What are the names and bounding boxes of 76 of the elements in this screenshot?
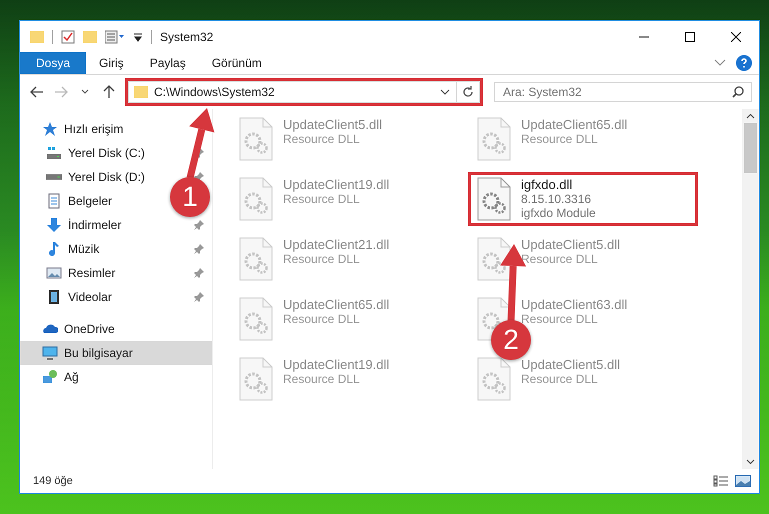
ribbon-tab[interactable]: Paylaş	[136, 52, 199, 74]
pin-icon	[194, 268, 204, 278]
search-icon[interactable]	[732, 86, 744, 98]
search-field[interactable]: Ara: System32	[494, 82, 752, 102]
folder-icon	[30, 30, 44, 44]
pin-icon	[194, 292, 204, 302]
details-view-icon[interactable]	[713, 475, 729, 487]
settings-file-icon	[477, 237, 511, 281]
sidebar-item[interactable]: Yerel Disk (C:)	[68, 146, 145, 160]
ribbon-tab[interactable]: Dosya	[20, 52, 86, 74]
file-name[interactable]: igfxdo.dll	[521, 177, 572, 192]
sidebar-item[interactable]: Resimler	[68, 266, 116, 280]
file-detail: Resource DLL	[521, 132, 598, 146]
file-detail: Resource DLL	[283, 192, 360, 206]
network-icon	[42, 369, 58, 385]
file-detail: igfxdo Module	[521, 206, 596, 220]
sidebar-item[interactable]: Videolar	[68, 290, 112, 304]
picture-icon	[46, 265, 62, 281]
sidebar-item[interactable]: Bu bilgisayar	[20, 341, 212, 365]
settings-file-icon	[239, 177, 273, 221]
sidebar-item[interactable]: Belgeler	[68, 194, 112, 208]
back-arrow-icon	[30, 86, 44, 98]
file-detail: Resource DLL	[283, 132, 360, 146]
folder-icon	[134, 85, 148, 99]
checklist-icon[interactable]	[61, 30, 75, 44]
file-detail: Resource DLL	[521, 372, 598, 386]
sidebar-item[interactable]: İndirmeler	[68, 218, 122, 232]
file-detail: Resource DLL	[283, 252, 360, 266]
scroll-thumb[interactable]	[744, 123, 757, 173]
film-icon	[46, 289, 62, 305]
address-bar[interactable]: C:\Windows\System32	[128, 81, 480, 103]
monitor-icon	[42, 345, 58, 361]
settings-file-icon	[239, 297, 273, 341]
file-detail: Resource DLL	[283, 372, 360, 386]
arrow	[186, 108, 214, 179]
settings-file-icon	[239, 357, 273, 401]
star-icon	[42, 121, 58, 137]
address-path: C:\Windows\System32	[154, 85, 276, 99]
chevron-down-icon	[81, 89, 89, 95]
pin-icon	[194, 244, 204, 254]
sidebar-item[interactable]: Hızlı erişim	[64, 122, 124, 136]
music-icon	[46, 241, 62, 257]
forward-arrow-icon	[54, 86, 68, 98]
settings-file-icon	[239, 117, 273, 161]
item-count: 149 öğe	[33, 475, 73, 487]
scrollbar[interactable]	[742, 109, 759, 469]
up-arrow-icon	[103, 85, 115, 99]
download-icon	[46, 217, 62, 233]
minimize-icon	[639, 36, 649, 38]
maximize-icon	[685, 32, 695, 42]
file-item[interactable]: igfxdo.dll 8.15.10.3316 igfxdo Module	[471, 175, 695, 223]
ribbon-tab[interactable]: Görünüm	[198, 52, 275, 74]
ribbon-tab[interactable]: Giriş	[86, 52, 137, 74]
help-icon[interactable]	[736, 55, 752, 71]
chevron-down-icon[interactable]	[440, 89, 450, 95]
window-title: System32	[160, 30, 214, 44]
sidebar-item[interactable]: Yerel Disk (D:)	[68, 170, 145, 184]
sidebar-item[interactable]: Ağ	[64, 370, 79, 384]
file-detail: Resource DLL	[283, 312, 360, 326]
dropdown-icon[interactable]	[133, 32, 143, 42]
document-icon	[46, 193, 62, 209]
large-icons-view-icon[interactable]	[735, 475, 751, 487]
settings-file-icon	[477, 177, 511, 221]
drive-icon	[46, 174, 62, 180]
settings-file-icon	[477, 117, 511, 161]
pin-icon	[194, 220, 204, 230]
file-detail: 8.15.10.3316	[521, 192, 592, 206]
sidebar-item[interactable]: OneDrive	[64, 322, 115, 336]
close-icon	[731, 32, 741, 42]
drive-icon	[46, 146, 62, 160]
sidebar-item[interactable]: Müzik	[68, 242, 100, 256]
properties-icon[interactable]	[105, 30, 125, 44]
file-detail: Resource DLL	[521, 252, 598, 266]
settings-file-icon	[239, 237, 273, 281]
refresh-icon[interactable]	[462, 86, 474, 98]
settings-file-icon	[477, 357, 511, 401]
